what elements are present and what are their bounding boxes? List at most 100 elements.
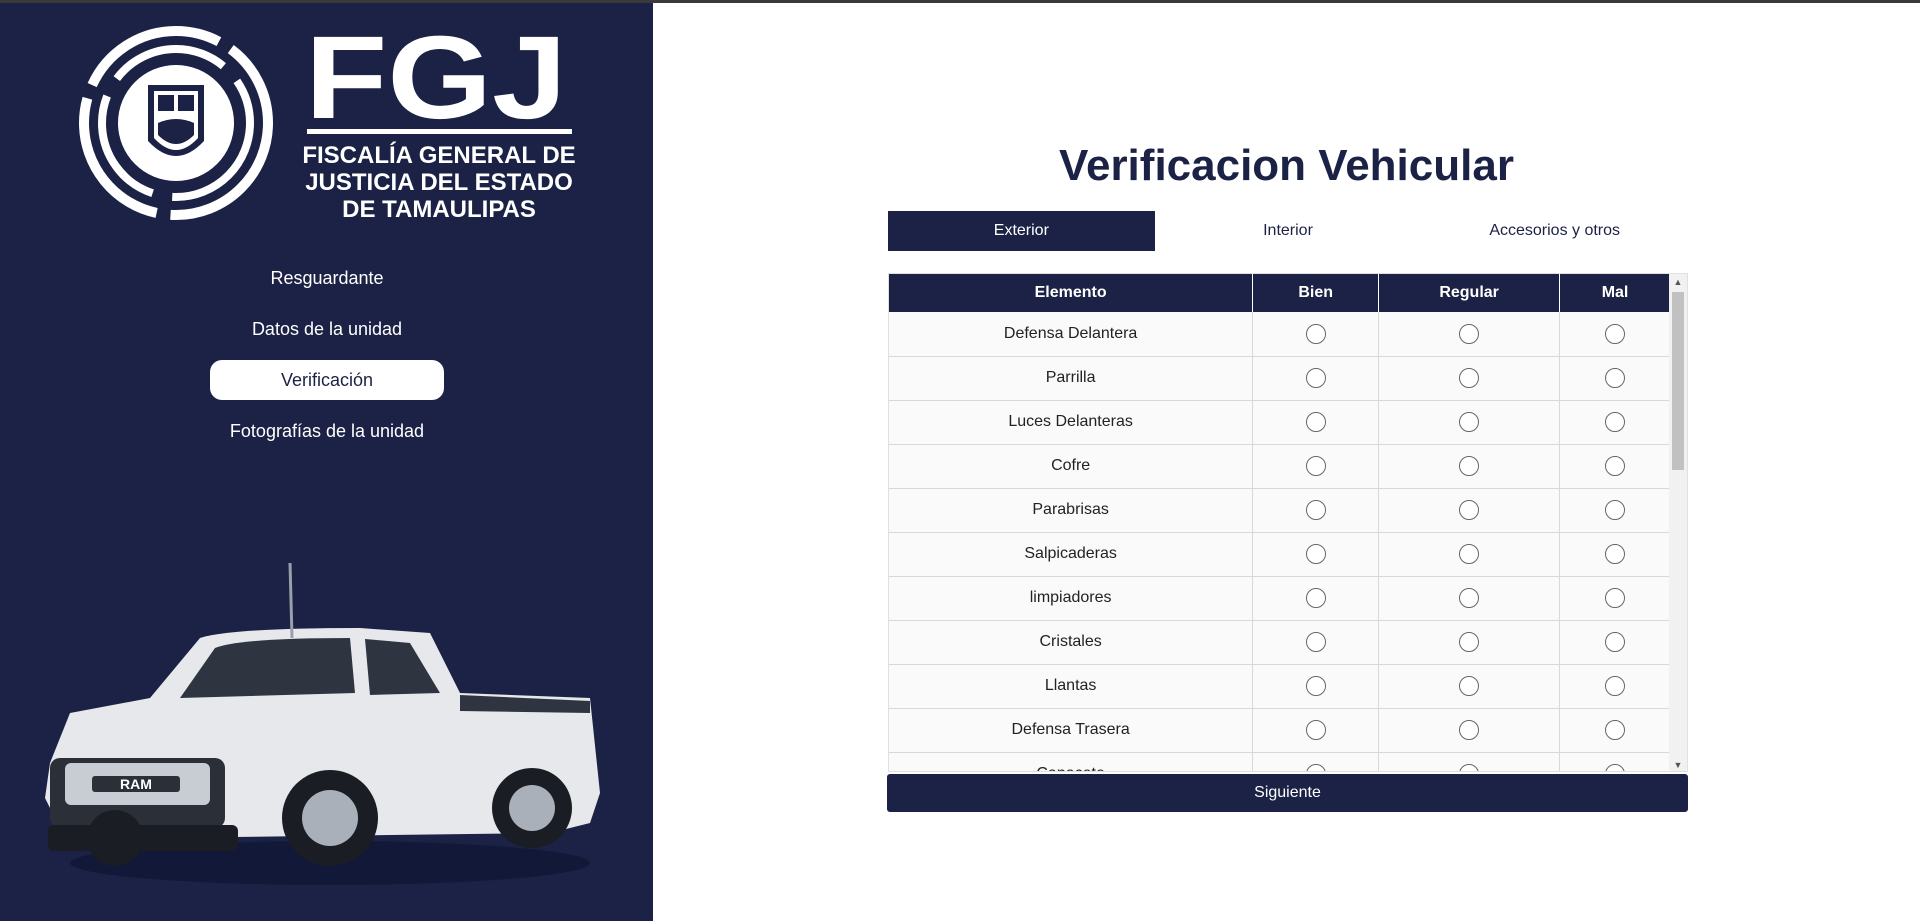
radio-regular[interactable] [1459,588,1480,608]
row-element-label: Salpicaderas [889,532,1254,577]
radio-bien[interactable] [1305,588,1326,608]
row-cell-regular [1378,664,1561,709]
tab-bar: Exterior Interior Accesorios y otros [888,211,1688,251]
table-row: Parrilla [889,356,1671,401]
row-element-label: Cristales [889,620,1254,665]
table-scrollbar[interactable]: ▲ ▼ [1669,274,1687,771]
main-content: Verificacion Vehicular Exterior Interior… [653,3,1920,921]
sidebar-item-datos-unidad[interactable]: Datos de la unidad [210,309,444,349]
radio-regular[interactable] [1459,544,1480,564]
radio-bien[interactable] [1305,323,1326,344]
row-cell-regular [1378,444,1561,489]
row-cell-regular [1378,576,1561,621]
radio-mal[interactable] [1605,632,1626,652]
radio-regular[interactable] [1459,676,1480,696]
radio-mal[interactable] [1605,500,1626,520]
radio-bien[interactable] [1305,368,1326,388]
row-element-label: Defensa Trasera [889,708,1254,753]
row-cell-regular [1378,752,1561,771]
row-cell-mal [1559,400,1671,445]
table-row: Defensa Trasera [889,708,1671,753]
logo-line-1: FISCALÍA GENERAL DE [302,141,575,169]
row-cell-bien [1252,444,1380,489]
sidebar-item-fotografias[interactable]: Fotografías de la unidad [210,411,444,451]
radio-mal[interactable] [1605,720,1626,740]
row-cell-bien [1252,620,1380,665]
row-element-label: Capacete [889,752,1254,771]
row-cell-bien [1252,488,1380,533]
radio-bien[interactable] [1305,412,1326,432]
radio-regular[interactable] [1459,368,1480,388]
row-element-label: Defensa Delantera [889,312,1254,357]
row-cell-mal [1559,356,1671,401]
radio-regular[interactable] [1459,632,1480,652]
radio-mal[interactable] [1605,544,1626,564]
header-mal: Mal [1559,274,1671,312]
scrollbar-thumb[interactable] [1672,292,1684,470]
radio-mal[interactable] [1605,676,1626,696]
row-element-label: Parrilla [889,356,1254,401]
row-cell-regular [1378,312,1561,357]
fgj-logo: FGJ FISCALÍA GENERAL DE JUSTICIA DEL EST… [79,23,576,223]
radio-mal[interactable] [1605,588,1626,608]
table-row: limpiadores [889,576,1671,621]
row-cell-bien [1252,532,1380,577]
row-cell-mal [1559,532,1671,577]
scroll-up-arrow-icon[interactable]: ▲ [1669,274,1687,290]
radio-regular[interactable] [1459,456,1480,476]
row-element-label: Parabrisas [889,488,1254,533]
radio-mal[interactable] [1605,412,1626,432]
row-cell-regular [1378,620,1561,665]
sidebar-item-verificacion[interactable]: Verificación [210,360,444,400]
row-cell-bien [1252,400,1380,445]
tab-exterior[interactable]: Exterior [888,211,1155,251]
row-cell-bien [1252,708,1380,753]
sidebar: FGJ FISCALÍA GENERAL DE JUSTICIA DEL EST… [0,3,653,921]
sidebar-item-resguardante[interactable]: Resguardante [210,258,444,298]
logo-divider [307,129,572,134]
row-cell-mal [1559,444,1671,489]
truck-badge-text: RAM [120,776,152,792]
logo-line-2: JUSTICIA DEL ESTADO [305,169,573,196]
radio-bien[interactable] [1305,500,1326,520]
page-title: Verificacion Vehicular [1059,141,1514,190]
radio-mal[interactable] [1605,323,1626,344]
row-cell-bien [1252,576,1380,621]
table-row: Capacete [889,752,1671,771]
seal-emblem [79,26,273,220]
header-bien: Bien [1252,274,1380,312]
row-cell-bien [1252,752,1380,771]
row-cell-mal [1559,620,1671,665]
row-cell-mal [1559,752,1671,771]
radio-bien[interactable] [1305,456,1326,476]
radio-mal[interactable] [1605,764,1626,771]
row-element-label: Luces Delanteras [889,400,1254,445]
tab-interior[interactable]: Interior [1155,211,1422,251]
verification-table: Elemento Bien Regular Mal Defensa Delant… [889,274,1671,771]
verification-table-container: Elemento Bien Regular Mal Defensa Delant… [888,273,1688,772]
logo-line-3: DE TAMAULIPAS [342,196,536,223]
table-row: Salpicaderas [889,532,1671,577]
row-cell-bien [1252,312,1380,357]
radio-mal[interactable] [1605,456,1626,476]
radio-regular[interactable] [1459,412,1480,432]
row-cell-regular [1378,400,1561,445]
radio-regular[interactable] [1459,500,1480,520]
radio-bien[interactable] [1305,544,1326,564]
next-button[interactable]: Siguiente [887,774,1688,812]
table-body: Defensa Delantera Parrilla Luces Delantera… [889,312,1671,771]
radio-mal[interactable] [1605,368,1626,388]
table-row: Parabrisas [889,488,1671,533]
radio-bien[interactable] [1305,720,1326,740]
radio-bien[interactable] [1305,632,1326,652]
tab-accesorios[interactable]: Accesorios y otros [1421,211,1688,251]
row-element-label: Llantas [889,664,1254,709]
radio-bien[interactable] [1305,764,1326,771]
row-cell-bien [1252,356,1380,401]
radio-regular[interactable] [1459,720,1480,740]
radio-bien[interactable] [1305,676,1326,696]
logo-letters: FGJ [305,23,567,144]
scroll-down-arrow-icon[interactable]: ▼ [1669,757,1687,771]
radio-regular[interactable] [1459,323,1480,344]
radio-regular[interactable] [1459,764,1480,771]
